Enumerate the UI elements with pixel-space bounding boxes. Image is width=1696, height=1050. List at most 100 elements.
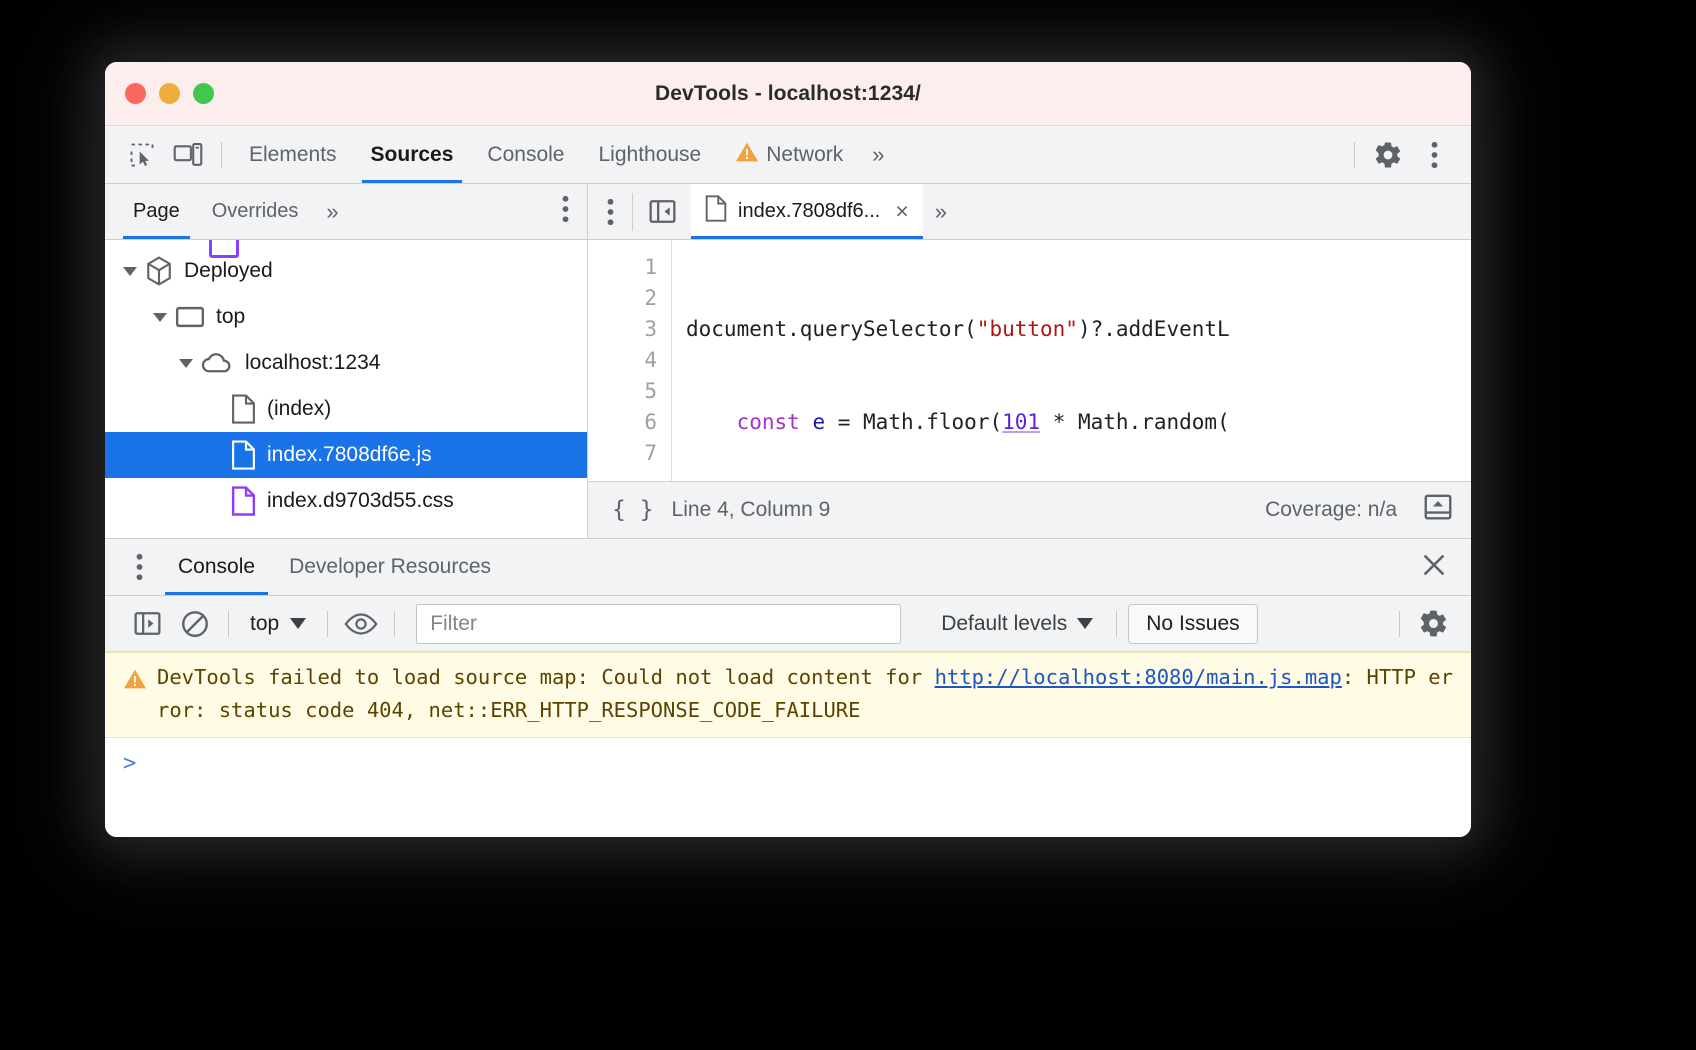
main-menu-kebab-icon[interactable] bbox=[1411, 132, 1457, 178]
tab-console-label: Console bbox=[487, 143, 565, 166]
device-toolbar-icon[interactable] bbox=[165, 132, 211, 178]
console-filter-input[interactable]: Filter bbox=[416, 603, 902, 644]
navigator-tab-overrides[interactable]: Overrides bbox=[196, 184, 315, 239]
console-sidebar-icon[interactable] bbox=[123, 609, 171, 638]
line-number: 1 bbox=[644, 255, 657, 279]
drawer-menu-kebab-icon[interactable] bbox=[117, 553, 161, 581]
drawer-tab-console-label: Console bbox=[178, 555, 256, 578]
tree-item-localhost-label: localhost:1234 bbox=[245, 351, 381, 374]
scrolled-css-icon-partial bbox=[209, 240, 239, 258]
live-expression-icon[interactable] bbox=[337, 609, 385, 639]
console-messages: DevTools failed to load source map: Coul… bbox=[105, 652, 1471, 837]
console-toolbar-divider-3 bbox=[394, 610, 396, 637]
navigator-menu-kebab-icon[interactable] bbox=[562, 195, 569, 228]
cube-icon bbox=[145, 256, 173, 286]
tree-item-localhost[interactable]: localhost:1234 bbox=[105, 340, 587, 386]
source-map-url-link[interactable]: http://localhost:8080/main.js.map bbox=[935, 665, 1342, 689]
tree-item-top-label: top bbox=[216, 305, 246, 328]
tree-item-index-js[interactable]: index.7808df6e.js bbox=[105, 432, 587, 478]
pretty-print-icon[interactable]: { } bbox=[612, 497, 654, 523]
line-number: 4 bbox=[644, 348, 657, 372]
console-filter-placeholder: Filter bbox=[430, 611, 477, 635]
warning-text-before: DevTools failed to load source map: Coul… bbox=[157, 665, 935, 689]
tree-item-deployed-label: Deployed bbox=[184, 259, 273, 282]
console-context-selector[interactable]: top bbox=[238, 612, 318, 636]
document-icon bbox=[231, 394, 256, 424]
tab-sources-label: Sources bbox=[370, 143, 454, 166]
gear-icon[interactable] bbox=[1365, 132, 1411, 178]
console-log-levels-selector[interactable]: Default levels bbox=[927, 612, 1107, 636]
chevron-down-icon bbox=[1077, 618, 1094, 629]
tree-item-top[interactable]: top bbox=[105, 294, 587, 340]
navigator-tab-overrides-label: Overrides bbox=[211, 200, 299, 222]
toolbar-divider-right bbox=[1354, 141, 1355, 168]
cursor-position-label: Line 4, Column 9 bbox=[671, 498, 831, 521]
console-prompt[interactable]: > bbox=[105, 738, 1471, 789]
chevron-down-icon[interactable] bbox=[123, 266, 137, 276]
navigator-more-tabs-chevron-icon[interactable]: » bbox=[314, 199, 350, 225]
tree-item-index[interactable]: (index) bbox=[105, 386, 587, 432]
drawer-panel: Console Developer Resources top Filter D… bbox=[105, 538, 1471, 837]
gear-icon[interactable] bbox=[1409, 608, 1457, 639]
close-icon[interactable] bbox=[1419, 550, 1449, 585]
frame-icon bbox=[175, 305, 205, 329]
tree-item-index-label: (index) bbox=[267, 397, 332, 420]
code-line: document.querySelector("button")?.addEve… bbox=[686, 317, 1230, 341]
drawer-tab-console[interactable]: Console bbox=[161, 539, 272, 595]
cloud-icon bbox=[201, 351, 234, 375]
console-toolbar: top Filter Default levels No Issues bbox=[105, 596, 1471, 652]
line-number: 5 bbox=[644, 379, 657, 403]
tree-item-index-css-label: index.d9703d55.css bbox=[267, 489, 454, 512]
close-icon[interactable]: × bbox=[891, 200, 912, 223]
editor-open-tab-label: index.7808df6... bbox=[738, 200, 881, 222]
code-editor[interactable]: 1 2 3 4 5 6 7 document.querySelector("bu… bbox=[588, 240, 1471, 481]
warning-triangle-icon bbox=[123, 661, 157, 727]
show-drawer-icon[interactable] bbox=[1423, 492, 1453, 528]
console-warning-text: DevTools failed to load source map: Coul… bbox=[157, 661, 1453, 727]
navigator-pane: Page Overrides » Deployed top localhost:… bbox=[105, 184, 588, 538]
line-number: 3 bbox=[644, 317, 657, 341]
tab-network-label: Network bbox=[766, 143, 844, 166]
tab-lighthouse[interactable]: Lighthouse bbox=[581, 126, 718, 183]
title-bar: DevTools - localhost:1234/ bbox=[105, 62, 1471, 126]
editor-open-tab-index-js[interactable]: index.7808df6... × bbox=[691, 184, 923, 239]
editor-more-tabs-chevron-icon[interactable]: » bbox=[923, 199, 959, 225]
issues-button[interactable]: No Issues bbox=[1128, 603, 1258, 644]
main-tabbar-right-controls bbox=[1344, 132, 1457, 178]
tab-sources[interactable]: Sources bbox=[354, 126, 471, 183]
tree-item-index-js-label: index.7808df6e.js bbox=[267, 443, 432, 466]
editor-menu-kebab-icon[interactable] bbox=[588, 198, 632, 226]
drawer-tabbar: Console Developer Resources bbox=[105, 539, 1471, 596]
console-toolbar-right bbox=[1390, 608, 1457, 639]
show-navigator-icon[interactable] bbox=[633, 197, 691, 226]
document-icon bbox=[705, 195, 727, 228]
toolbar-divider bbox=[221, 141, 222, 168]
tab-lighthouse-label: Lighthouse bbox=[598, 143, 702, 166]
code-content[interactable]: document.querySelector("button")?.addEve… bbox=[672, 240, 1471, 481]
console-warning-message[interactable]: DevTools failed to load source map: Coul… bbox=[105, 652, 1471, 738]
console-toolbar-divider-2 bbox=[327, 610, 329, 637]
tree-item-deployed[interactable]: Deployed bbox=[105, 248, 587, 294]
tab-console[interactable]: Console bbox=[470, 126, 581, 183]
document-icon bbox=[231, 440, 256, 470]
tab-elements[interactable]: Elements bbox=[232, 126, 354, 183]
drawer-tab-developer-resources[interactable]: Developer Resources bbox=[272, 539, 508, 595]
console-log-levels-label: Default levels bbox=[941, 611, 1068, 635]
chevron-down-icon[interactable] bbox=[153, 312, 167, 322]
chevron-down-icon[interactable] bbox=[179, 358, 193, 368]
tree-item-index-css[interactable]: index.d9703d55.css bbox=[105, 478, 587, 524]
editor-status-bar: { } Line 4, Column 9 Coverage: n/a bbox=[588, 481, 1471, 538]
sources-panel: Page Overrides » Deployed top localhost:… bbox=[105, 184, 1471, 538]
tab-network[interactable]: Network bbox=[718, 126, 860, 183]
devtools-main-tabbar: Elements Sources Console Lighthouse Netw… bbox=[105, 126, 1471, 184]
inspect-element-icon[interactable] bbox=[119, 132, 165, 178]
code-line: const e = Math.floor(101 * Math.random( bbox=[736, 410, 1230, 434]
more-tabs-chevron-icon[interactable]: » bbox=[860, 142, 896, 168]
line-number-gutter: 1 2 3 4 5 6 7 bbox=[588, 240, 672, 481]
css-document-icon bbox=[231, 486, 256, 516]
coverage-label: Coverage: n/a bbox=[1265, 498, 1397, 521]
navigator-tab-page[interactable]: Page bbox=[117, 184, 196, 239]
clear-console-icon[interactable] bbox=[171, 609, 219, 639]
line-number: 7 bbox=[644, 441, 657, 465]
drawer-tab-developer-resources-label: Developer Resources bbox=[289, 555, 491, 578]
